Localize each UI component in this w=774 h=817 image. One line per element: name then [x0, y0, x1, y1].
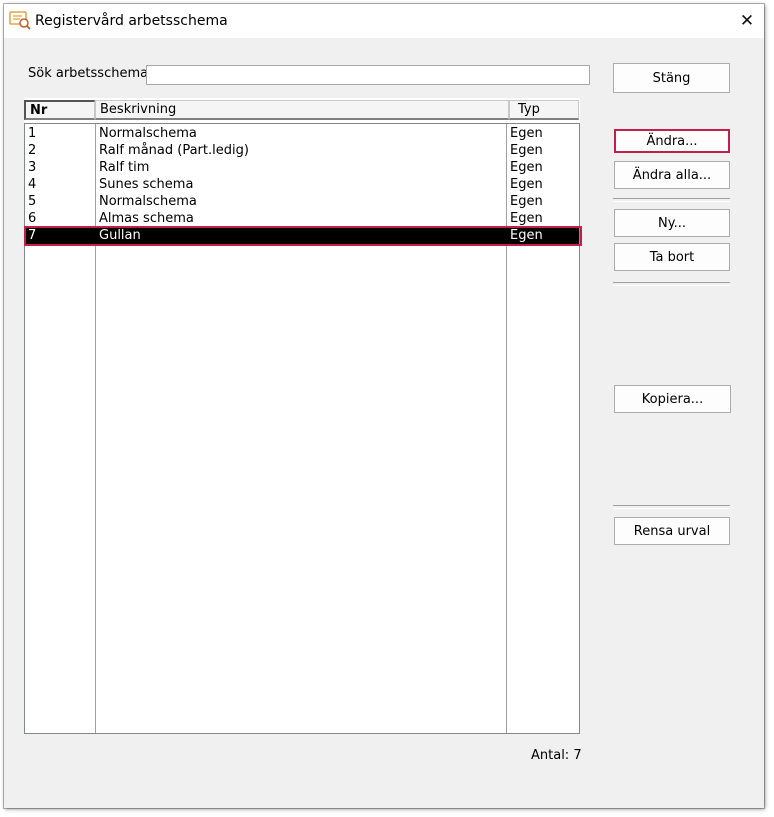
- column-header-typ[interactable]: Typ: [509, 100, 579, 120]
- list-body[interactable]: 1 Normalschema Egen 2 Ralf månad (Part.l…: [24, 123, 582, 734]
- andra-button-label: Ändra...: [646, 133, 698, 149]
- stang-button-label: Stäng: [652, 70, 691, 86]
- dialog-window: Registervård arbetsschema ✕ Sök arbetssc…: [4, 4, 764, 808]
- cell-beskrivning: Sunes schema: [99, 177, 194, 192]
- cell-beskrivning: Normalschema: [99, 126, 197, 141]
- cell-beskrivning: Ralf månad (Part.ledig): [99, 143, 249, 158]
- cell-typ: Egen: [510, 160, 543, 175]
- window-title: Registervård arbetsschema: [35, 13, 228, 29]
- cell-nr: 4: [28, 177, 37, 192]
- table-row[interactable]: 5 Normalschema Egen: [25, 193, 579, 210]
- cell-nr: 2: [28, 143, 37, 158]
- cell-typ: Egen: [510, 228, 543, 243]
- rensa-urval-button-label: Rensa urval: [633, 523, 711, 539]
- ta-bort-button[interactable]: Ta bort: [614, 243, 730, 271]
- cell-nr: 3: [28, 160, 37, 175]
- kopiera-button[interactable]: Kopiera...: [614, 385, 731, 413]
- rensa-urval-button[interactable]: Rensa urval: [614, 517, 730, 545]
- cell-beskrivning: Ralf tim: [99, 160, 150, 175]
- table-row[interactable]: 6 Almas schema Egen: [25, 210, 579, 227]
- ta-bort-button-label: Ta bort: [649, 249, 695, 265]
- table-row[interactable]: 2 Ralf månad (Part.ledig) Egen: [25, 142, 579, 159]
- cell-typ: Egen: [510, 143, 543, 158]
- column-header-beskrivning[interactable]: Beskrivning: [95, 100, 509, 120]
- search-input[interactable]: [146, 65, 590, 85]
- title-bar: Registervård arbetsschema ✕: [4, 4, 764, 38]
- andra-alla-button[interactable]: Ändra alla...: [614, 161, 730, 189]
- table-row[interactable]: 4 Sunes schema Egen: [25, 176, 579, 193]
- cell-nr: 5: [28, 194, 37, 209]
- andra-alla-button-label: Ändra alla...: [632, 167, 712, 183]
- ny-button[interactable]: Ny...: [614, 209, 730, 237]
- list-header: Nr Beskrivning Typ: [24, 100, 580, 120]
- search-label: Sök arbetsschema: [28, 66, 149, 81]
- cell-nr: 7: [28, 228, 37, 243]
- separator: [613, 505, 730, 509]
- cell-typ: Egen: [510, 177, 543, 192]
- cell-beskrivning: Normalschema: [99, 194, 197, 209]
- cell-typ: Egen: [510, 126, 543, 141]
- cell-beskrivning: Gullan: [99, 228, 141, 243]
- cell-nr: 6: [28, 211, 37, 226]
- schedule-app-icon: [9, 10, 31, 30]
- separator: [613, 198, 730, 202]
- stang-button[interactable]: Stäng: [613, 63, 730, 93]
- column-header-nr[interactable]: Nr: [24, 100, 95, 120]
- kopiera-button-label: Kopiera...: [641, 391, 704, 407]
- table-row[interactable]: 1 Normalschema Egen: [25, 125, 579, 142]
- cell-beskrivning: Almas schema: [99, 211, 194, 226]
- table-row[interactable]: 3 Ralf tim Egen: [25, 159, 579, 176]
- cell-nr: 1: [28, 126, 37, 141]
- andra-button[interactable]: Ändra...: [614, 129, 730, 153]
- schedule-list: Nr Beskrivning Typ 1 Normalschema Egen 2…: [24, 98, 582, 734]
- ny-button-label: Ny...: [658, 215, 686, 231]
- record-count: Antal: 7: [531, 748, 582, 763]
- cell-typ: Egen: [510, 194, 543, 209]
- close-icon[interactable]: ✕: [730, 4, 764, 38]
- cell-typ: Egen: [510, 211, 543, 226]
- table-row-selected[interactable]: 7 Gullan Egen: [25, 227, 579, 244]
- separator: [613, 282, 730, 286]
